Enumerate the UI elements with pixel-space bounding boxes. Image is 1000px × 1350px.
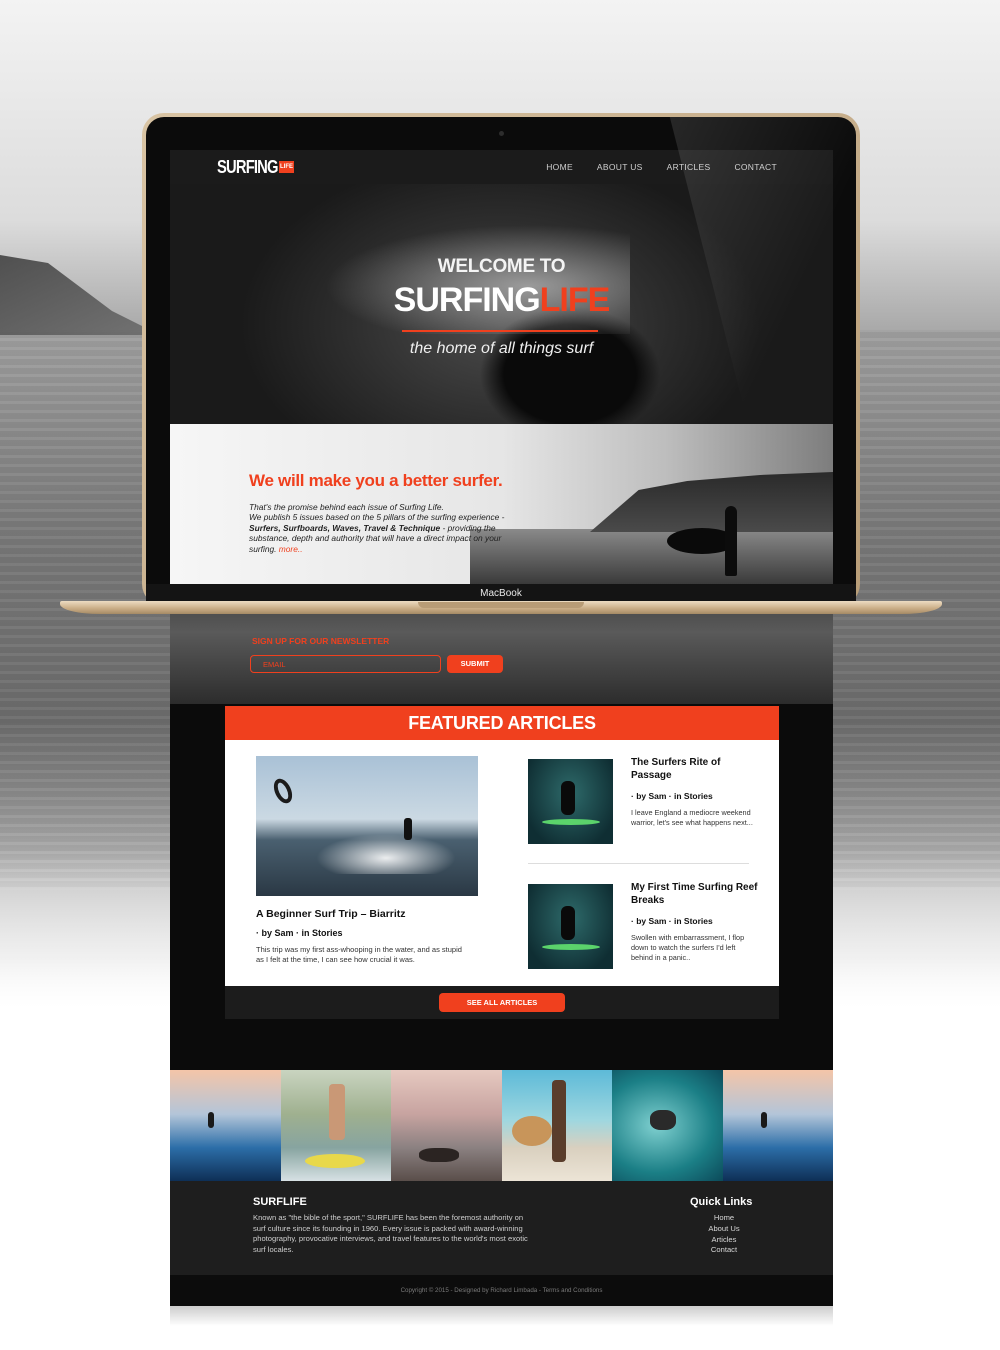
nav-links: HOME ABOUT US ARTICLES CONTACT [546, 150, 777, 184]
newsletter-label: SIGN UP FOR OUR NEWSLETTER [252, 636, 390, 646]
rider-shape [404, 818, 412, 840]
featured-articles-card: FEATURED ARTICLES A Beginner Surf Trip –… [225, 706, 779, 1019]
email-input[interactable]: EMAIL [250, 655, 441, 673]
figure-shape [328, 1084, 345, 1140]
footer-link-articles[interactable]: Articles [690, 1235, 758, 1246]
hero-brand-orange: LIFE [539, 281, 611, 319]
gallery-photo-sunset-2[interactable] [722, 1070, 833, 1181]
featured-footer: SEE ALL ARTICLES [225, 986, 779, 1019]
figure-shape [760, 1112, 767, 1128]
article-1-image[interactable] [528, 759, 613, 844]
mockup-shadow [170, 1306, 833, 1326]
article-1-title[interactable]: The Surfers Rite of Passage [631, 756, 761, 782]
hero-brand-white: SURFING [393, 281, 541, 319]
promo-hill-image [590, 472, 833, 532]
hero-tagline: the home of all things surf [409, 340, 594, 357]
article-2-title[interactable]: My First Time Surfing Reef Breaks [631, 881, 761, 907]
logo-text: SURFING [217, 156, 278, 177]
footer-link-contact[interactable]: Contact [690, 1245, 758, 1256]
surfer-shape [561, 781, 575, 815]
featured-heading: FEATURED ARTICLES [225, 706, 779, 740]
main-article-meta: · by Sam · in Stories [256, 928, 343, 938]
promo-section: We will make you a better surfer. That's… [170, 424, 833, 584]
nav-articles[interactable]: ARTICLES [667, 162, 711, 172]
figure-shape [208, 1112, 214, 1128]
photo-gallery [170, 1070, 833, 1181]
nav-home[interactable]: HOME [546, 162, 573, 172]
article-1-excerpt: I leave England a mediocre weekend warri… [631, 808, 753, 827]
figure-shape [650, 1110, 676, 1130]
gallery-photo-wave[interactable] [612, 1070, 723, 1181]
rock-shape [419, 1148, 459, 1162]
board-shape [304, 1154, 365, 1168]
nav-contact[interactable]: CONTACT [734, 162, 777, 172]
article-divider [528, 863, 749, 864]
figure-shape [551, 1080, 566, 1162]
promo-text-pillars: Surfers, Surfboards, Waves, Travel & Tec… [249, 522, 441, 533]
promo-title: We will make you a better surfer. [249, 471, 503, 490]
nav-about-us[interactable]: ABOUT US [597, 162, 643, 172]
article-2-meta: · by Sam · in Stories [631, 916, 713, 926]
surfer-shape [561, 906, 575, 940]
footer-about: Known as "the bible of the sport," SURFL… [253, 1213, 528, 1254]
main-article-title[interactable]: A Beginner Surf Trip – Biarritz [256, 908, 406, 920]
hero-section: WELCOME TO SURFINGLIFE the home of all t… [170, 184, 833, 424]
camera-dot [499, 131, 504, 136]
board-shape [542, 819, 600, 825]
article-2-image[interactable] [528, 884, 613, 969]
footer-brand: SURFLIFE [253, 1196, 307, 1208]
promo-text-line2: We publish 5 issues based on the 5 pilla… [249, 512, 505, 523]
site-footer: SURFLIFE Known as "the bible of the spor… [170, 1181, 833, 1275]
background-cliff [0, 255, 160, 335]
article-2-excerpt: Swollen with embarrassment, I flop down … [631, 933, 745, 962]
gallery-photo-shore[interactable] [391, 1070, 502, 1181]
gallery-photo-sunset[interactable] [170, 1070, 281, 1181]
splash-shape [316, 834, 456, 874]
surfer-silhouette [725, 506, 737, 576]
site-logo[interactable]: SURFING LIFE [217, 157, 294, 177]
promo-text: That's the promise behind each issue of … [249, 502, 519, 554]
hero-welcome: WELCOME TO [437, 256, 566, 277]
more-link[interactable]: more.. [279, 544, 303, 554]
quick-links-title: Quick Links [690, 1196, 753, 1208]
copyright: Copyright © 2015 - Designed by Richard L… [170, 1275, 833, 1306]
promo-sea-image [470, 529, 833, 584]
gallery-photo-paddleboard[interactable] [280, 1070, 391, 1181]
footer-link-about-us[interactable]: About Us [690, 1224, 758, 1235]
hero-divider [402, 330, 598, 332]
website-mockup: SURFING LIFE HOME ABOUT US ARTICLES CONT… [170, 150, 833, 1306]
gallery-photo-surfer-beach[interactable] [501, 1070, 612, 1181]
board-shape [511, 1116, 552, 1146]
submit-button[interactable]: SUBMIT [447, 655, 503, 673]
email-placeholder: EMAIL [263, 660, 286, 669]
board-shape [542, 944, 600, 950]
quick-links: Home About Us Articles Contact [690, 1213, 758, 1256]
hero-brand: SURFINGLIFE [170, 281, 833, 320]
promo-text-line1: That's the promise behind each issue of … [249, 502, 444, 512]
logo-badge: LIFE [279, 161, 294, 173]
main-article-excerpt: This trip was my first ass-whooping in t… [256, 945, 462, 964]
footer-link-home[interactable]: Home [690, 1213, 758, 1224]
article-1-meta: · by Sam · in Stories [631, 791, 713, 801]
top-nav: SURFING LIFE HOME ABOUT US ARTICLES CONT… [170, 150, 833, 184]
kitesurf-image[interactable] [256, 756, 478, 896]
kite-shape [270, 775, 296, 807]
laptop-notch [418, 602, 584, 608]
see-all-articles-button[interactable]: SEE ALL ARTICLES [439, 993, 565, 1012]
